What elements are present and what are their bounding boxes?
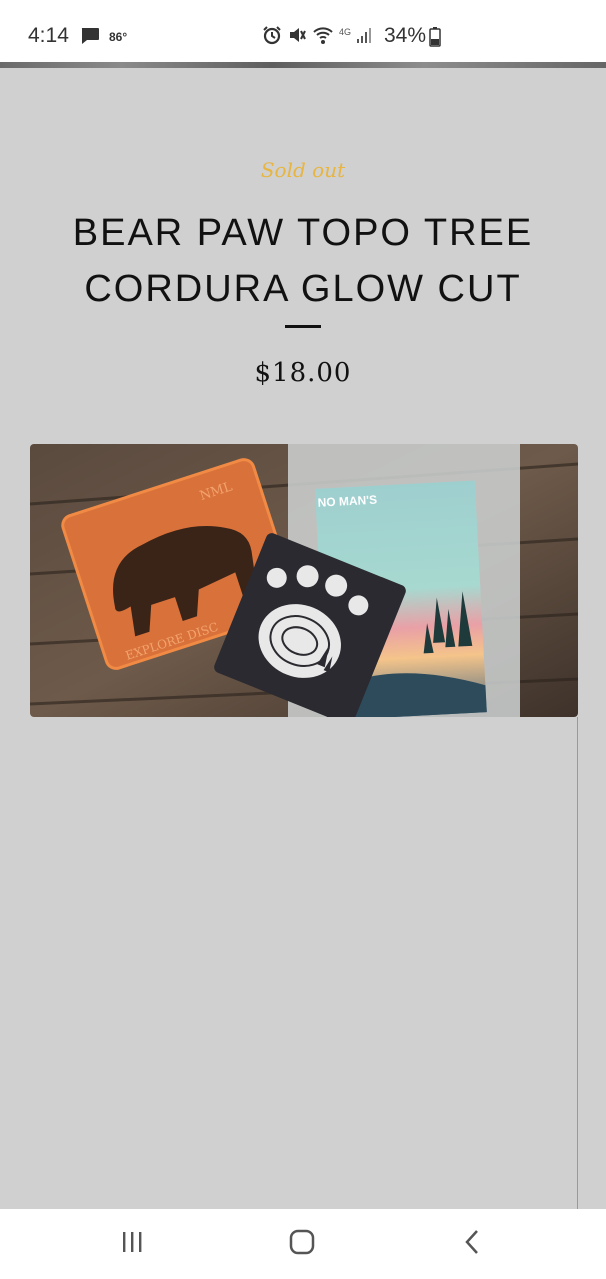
battery-icon: [429, 27, 441, 51]
status-time: 4:14: [28, 24, 69, 47]
home-button[interactable]: [282, 1229, 322, 1259]
status-temperature: 86°: [109, 30, 128, 44]
product-price: $18.00: [254, 358, 352, 388]
mute-icon: [287, 25, 307, 49]
navigation-bar: [0, 1209, 606, 1279]
status-bar: 4:14 86° 4G 34%: [0, 0, 606, 62]
wifi-calling-icon: [312, 24, 334, 50]
product-image[interactable]: NO MAN'S NML EXPLORE DISC: [30, 444, 578, 717]
battery-percent: 34%: [384, 24, 427, 47]
lte-icon: 4G: [339, 27, 352, 37]
back-button[interactable]: [452, 1229, 492, 1259]
header-divider: [0, 62, 606, 68]
sold-out-badge: Sold out: [260, 158, 346, 182]
title-divider: [285, 325, 321, 328]
recent-apps-button[interactable]: [112, 1229, 152, 1259]
alarm-icon: [262, 25, 282, 49]
edge-line: [577, 717, 578, 1209]
message-icon: [80, 27, 100, 49]
home-icon: [289, 1229, 315, 1259]
recent-apps-icon: [120, 1231, 144, 1257]
product-title: BEAR PAW TOPO TREE CORDURA GLOW CUT: [72, 212, 534, 310]
signal-icon: [356, 26, 372, 48]
back-icon: [463, 1229, 481, 1259]
status-icons: 4G: [262, 25, 372, 49]
